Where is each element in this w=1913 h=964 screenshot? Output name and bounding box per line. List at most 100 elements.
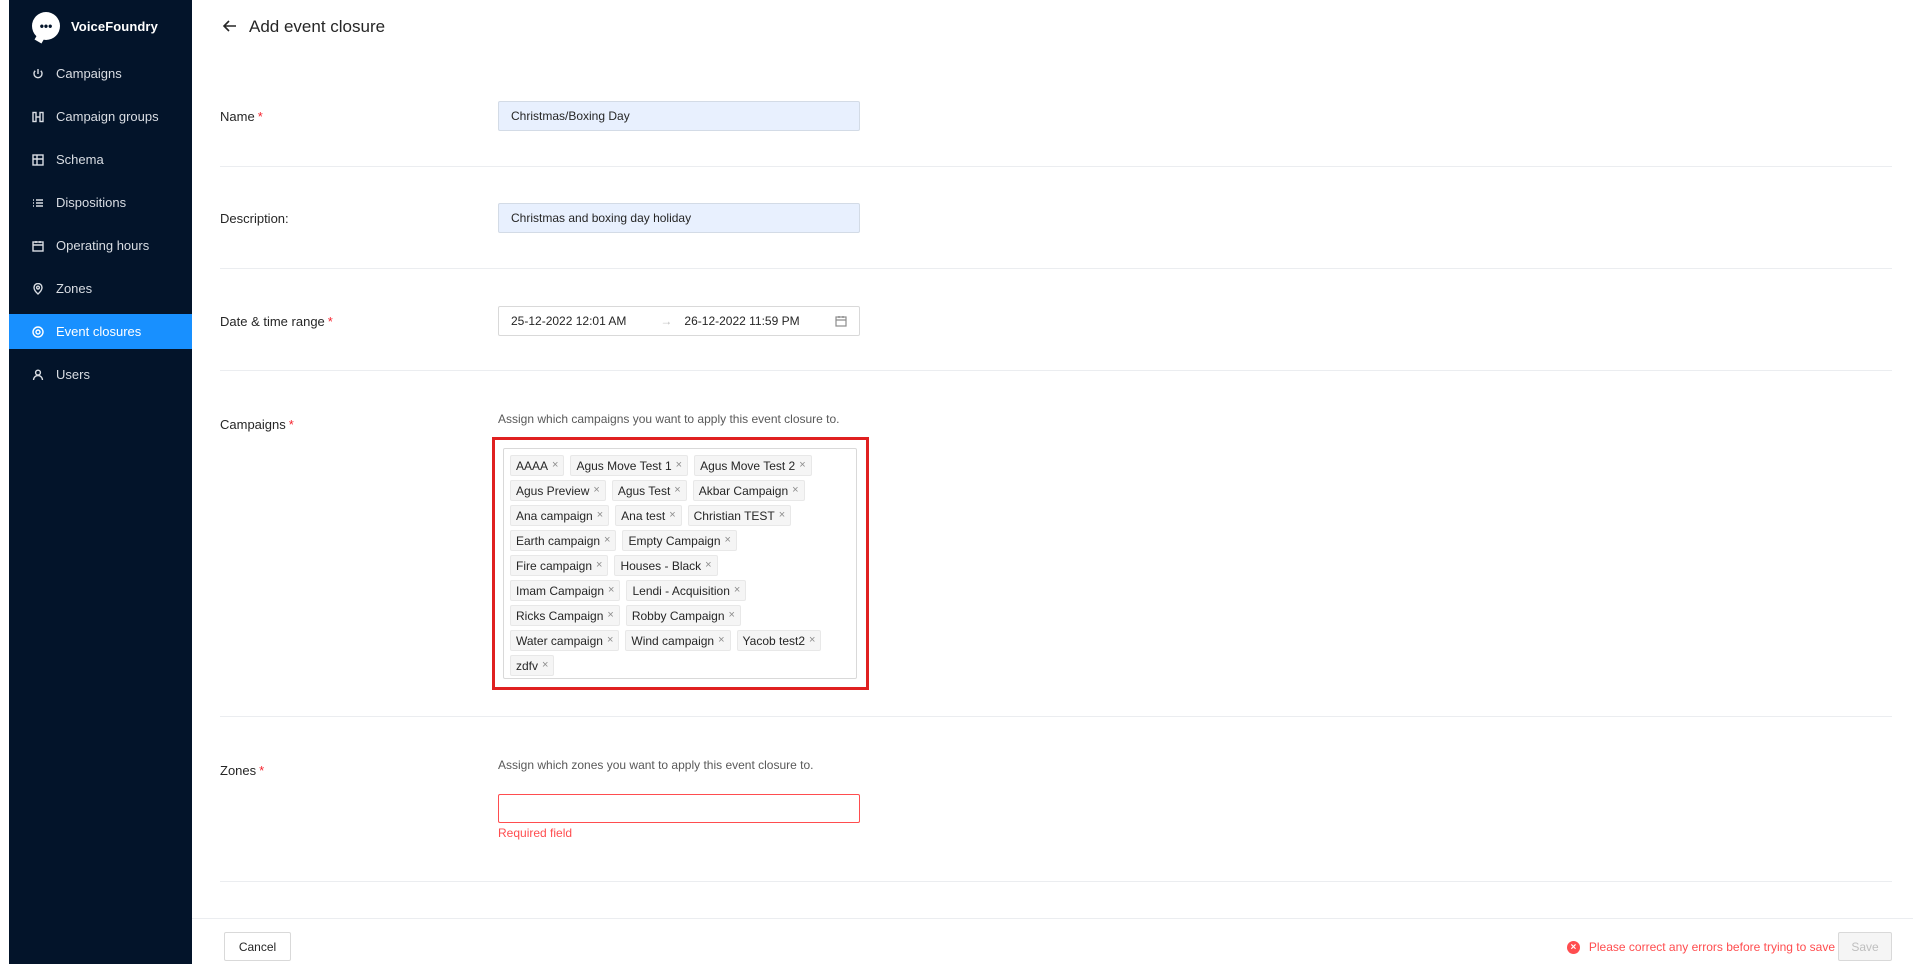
page-title: Add event closure [249, 17, 386, 36]
name-input[interactable]: Christmas/Boxing Day [498, 101, 860, 131]
sidebar-item-label: Dispositions [56, 195, 127, 210]
back-arrow-icon[interactable] [221, 17, 239, 35]
close-icon[interactable]: × [725, 535, 731, 546]
event-closure-form: Name * Christmas/Boxing Day Description: … [220, 56, 1892, 882]
close-icon[interactable]: × [669, 510, 675, 521]
zones-hint: Assign which zones you want to apply thi… [498, 758, 814, 772]
brand[interactable]: ••• VoiceFoundry [32, 12, 158, 40]
campaign-tag: Agus Test × [611, 480, 687, 501]
close-icon[interactable]: × [792, 485, 798, 496]
sidebar-nav: Campaigns Campaign groups Schema Disposi… [9, 56, 192, 400]
close-icon[interactable]: × [542, 660, 548, 671]
close-icon[interactable]: × [779, 510, 785, 521]
campaigns-hint: Assign which campaigns you want to apply… [498, 412, 840, 426]
campaign-tag: Akbar Campaign × [692, 480, 805, 501]
calendar-icon [31, 239, 45, 253]
close-icon[interactable]: × [593, 485, 599, 496]
campaign-tag: Ana test × [615, 505, 682, 526]
campaign-tag: zdfv × [510, 655, 555, 676]
sidebar-item-users[interactable]: Users [9, 357, 192, 392]
close-icon[interactable]: × [596, 560, 602, 571]
sidebar: ••• VoiceFoundry Campaigns Campaign grou… [9, 0, 192, 964]
calendar-icon[interactable] [835, 315, 847, 327]
campaigns-select[interactable]: AAAA × Agus Move Test 1 × Agus Move Test 2… [503, 448, 857, 679]
page-header: Add event closure [192, 0, 1913, 56]
close-icon[interactable]: × [734, 585, 740, 596]
date-range-picker[interactable]: 25-12-2022 12:01 AM → 26-12-2022 11:59 P… [498, 306, 860, 336]
campaign-tag: Water campaign × [510, 630, 620, 651]
sidebar-item-label: Event closures [56, 324, 142, 339]
sidebar-item-label: Schema [56, 152, 104, 167]
close-icon[interactable]: × [604, 535, 610, 546]
brand-name: VoiceFoundry [71, 18, 158, 34]
close-icon[interactable]: × [552, 460, 558, 471]
save-error-text: Please correct any errors before trying … [1588, 940, 1835, 954]
zones-label: Zones * [220, 763, 265, 778]
sidebar-item-operating-hours[interactable]: Operating hours [9, 228, 192, 263]
power-icon [31, 67, 45, 81]
close-icon[interactable]: × [608, 585, 614, 596]
date-range-label: Date & time range * [220, 314, 333, 329]
zones-select[interactable] [498, 794, 860, 823]
campaigns-highlight-box: AAAA × Agus Move Test 1 × Agus Move Test 2… [492, 437, 869, 690]
list-icon [31, 196, 45, 210]
campaign-tag: Imam Campaign × [510, 580, 621, 601]
campaign-tag: Empty Campaign × [622, 530, 737, 551]
campaign-tag: Christian TEST × [687, 505, 792, 526]
close-icon[interactable]: × [674, 485, 680, 496]
form-footer: Cancel × Please correct any errors befor… [192, 918, 1913, 964]
sidebar-item-campaigns[interactable]: Campaigns [9, 56, 192, 91]
sidebar-item-zones[interactable]: Zones [9, 271, 192, 306]
campaign-tag: Agus Move Test 2 × [694, 455, 812, 476]
sidebar-item-dispositions[interactable]: Dispositions [9, 185, 192, 220]
user-icon [31, 368, 45, 382]
description-input[interactable]: Christmas and boxing day holiday [498, 203, 860, 233]
voicefoundry-logo-icon: ••• [32, 12, 60, 40]
sidebar-item-label: Zones [56, 281, 93, 296]
sidebar-item-schema[interactable]: Schema [9, 142, 192, 177]
form-row-name: Name * Christmas/Boxing Day [220, 56, 1892, 167]
close-icon[interactable]: × [597, 510, 603, 521]
campaign-tag: Agus Move Test 1 × [570, 455, 689, 476]
save-button[interactable]: Save [1838, 932, 1892, 961]
window-left-edge [0, 0, 9, 964]
sidebar-item-campaign-groups[interactable]: Campaign groups [9, 99, 192, 134]
campaign-groups-icon [31, 110, 45, 124]
zones-error-text: Required field [498, 826, 573, 840]
campaign-tag: Houses - Black × [614, 555, 718, 576]
campaign-tag: Lendi - Acquisition × [626, 580, 747, 601]
range-arrow-icon: → [660, 314, 673, 328]
close-icon[interactable]: × [607, 610, 613, 621]
close-icon[interactable]: × [607, 635, 613, 646]
error-circle-icon: × [1566, 940, 1580, 954]
close-icon[interactable]: × [718, 635, 724, 646]
campaign-tag: Wind campaign × [625, 630, 731, 651]
name-label: Name * [220, 109, 263, 124]
form-row-description: Description: Christmas and boxing day ho… [220, 167, 1892, 269]
sidebar-item-label: Operating hours [56, 238, 150, 253]
cancel-button[interactable]: Cancel [224, 932, 291, 961]
zones-field: Required field [498, 794, 860, 840]
sidebar-item-label: Campaigns [56, 66, 122, 81]
close-icon[interactable]: × [676, 460, 682, 471]
end-date-input[interactable]: 26-12-2022 11:59 PM [684, 314, 799, 328]
campaign-tag: Yacob test2 × [736, 630, 822, 651]
form-row-zones: Zones * Assign which zones you want to ap… [220, 717, 1892, 882]
close-icon[interactable]: × [799, 460, 805, 471]
event-closure-icon [31, 325, 45, 339]
campaign-tag: Ricks Campaign × [510, 605, 620, 626]
campaign-tag: AAAA × [510, 455, 565, 476]
save-error-message: × Please correct any errors before tryin… [1566, 940, 1835, 954]
campaign-tag: Ana campaign × [510, 505, 610, 526]
campaign-tag: Fire campaign × [510, 555, 609, 576]
start-date-input[interactable]: 25-12-2022 12:01 AM [511, 314, 626, 328]
close-icon[interactable]: × [705, 560, 711, 571]
campaign-tag: Agus Preview × [510, 480, 606, 501]
campaign-tag: Earth campaign × [510, 530, 617, 551]
close-icon[interactable]: × [809, 635, 815, 646]
form-row-date-range: Date & time range * 25-12-2022 12:01 AM →… [220, 269, 1892, 371]
sidebar-item-label: Users [56, 367, 90, 382]
sidebar-item-event-closures[interactable]: Event closures [9, 314, 192, 349]
schema-icon [31, 153, 45, 167]
close-icon[interactable]: × [729, 610, 735, 621]
